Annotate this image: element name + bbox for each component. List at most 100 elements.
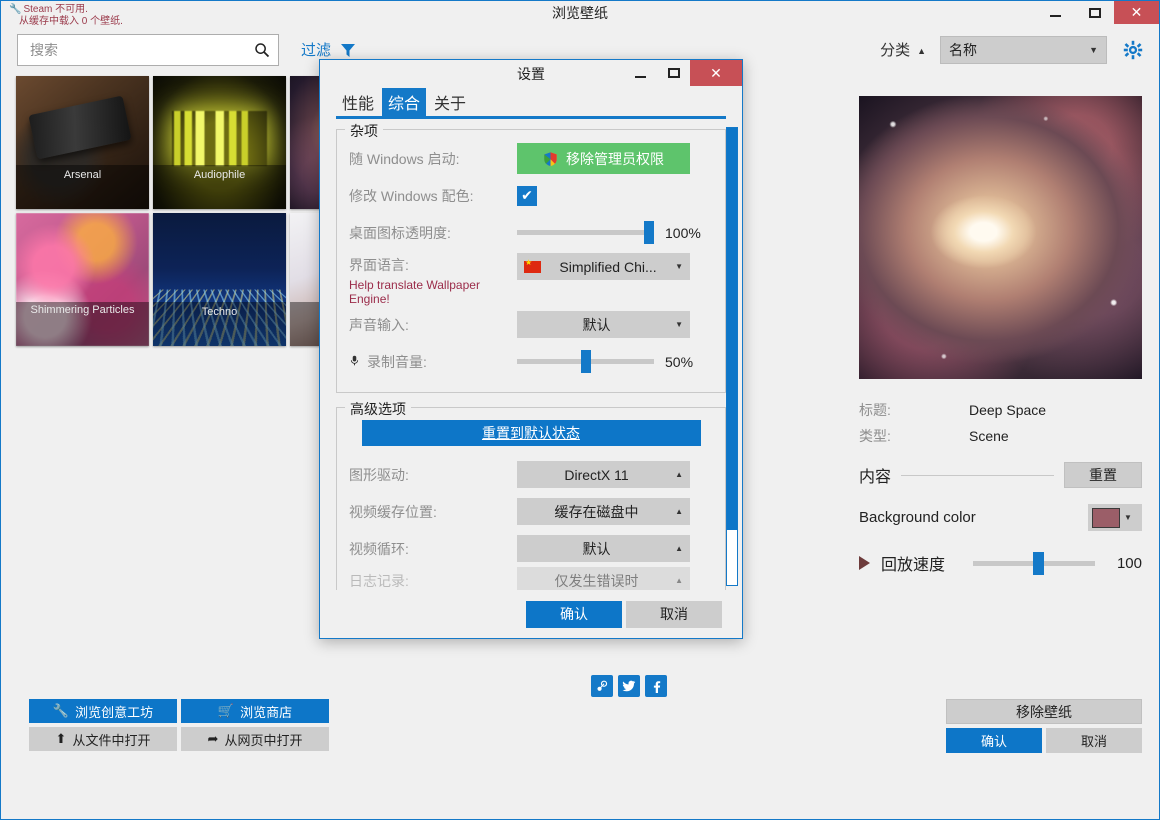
minimize-button[interactable]: [1036, 1, 1075, 24]
wallpaper-card[interactable]: Techno: [153, 213, 286, 346]
facebook-icon[interactable]: [645, 675, 667, 697]
dialog-minimize-button[interactable]: [624, 60, 657, 86]
wallpaper-engine-window: 浏览壁纸 ✕ 🔧Steam 不可用. 从缓存中载入 0 个壁纸. 过滤 分类 ▲…: [0, 0, 1160, 820]
wrench-icon: 🔧: [9, 4, 22, 15]
window-titlebar: 浏览壁纸 ✕: [1, 1, 1159, 24]
sort-combo[interactable]: 名称 ▼: [940, 35, 1107, 64]
playback-speed-slider[interactable]: [973, 551, 1095, 575]
log-label: 日志记录:: [349, 572, 409, 589]
advanced-fieldset: 高级选项 重置到默认状态 图形驱动: DirectX 11 ▲ 视频缓存位置:: [336, 399, 726, 590]
close-button[interactable]: ✕: [1114, 1, 1159, 24]
ok-button[interactable]: 确认: [946, 728, 1042, 753]
icon-opacity-slider[interactable]: [517, 221, 654, 244]
play-triangle-icon[interactable]: [859, 556, 870, 570]
playback-speed-value: 100: [1116, 554, 1142, 572]
content-section-header: 内容 重置: [859, 462, 1142, 488]
video-loop-combo[interactable]: 默认 ▲: [517, 535, 690, 562]
dialog-ok-button[interactable]: 确认: [526, 600, 622, 628]
misc-legend: 杂项: [345, 121, 383, 141]
content-reset-button[interactable]: 重置: [1064, 462, 1142, 488]
search-input[interactable]: [28, 40, 254, 59]
icon-opacity-value: 100%: [665, 224, 701, 241]
help-translate-link[interactable]: Help translate Wallpaper Engine!: [349, 278, 517, 306]
graphics-driver-combo[interactable]: DirectX 11 ▲: [517, 461, 690, 488]
dialog-body: 杂项 随 Windows 启动: 移除管理员权限 修改 Windows 配色:: [320, 119, 742, 590]
background-color-label: Background color: [859, 509, 976, 526]
twitter-icon[interactable]: [618, 675, 640, 697]
record-volume-label: 录制音量:: [367, 353, 427, 370]
language-label: 界面语言:: [349, 257, 409, 273]
chevron-down-icon: ▼: [675, 320, 683, 329]
startup-row: 随 Windows 启动: 移除管理员权限: [349, 140, 713, 177]
wallpaper-title: Audiophile: [153, 165, 286, 209]
playback-speed-label: 回放速度: [881, 557, 946, 574]
settings-dialog: 设置 ✕ 性能 综合 关于 杂项 随 Windows 启动: 移除管理员权限 修…: [319, 59, 743, 639]
maximize-button[interactable]: [1075, 1, 1114, 24]
open-from-web-button[interactable]: ➦ 从网页中打开: [181, 727, 329, 751]
slider-knob[interactable]: [580, 350, 591, 373]
browse-store-button[interactable]: 🛒 浏览商店: [181, 699, 329, 723]
log-combo[interactable]: 仅发生错误时 ▲: [517, 567, 690, 590]
wallpaper-card[interactable]: Audiophile: [153, 76, 286, 209]
section-divider: [901, 474, 1054, 476]
wallpaper-meta: 标题: Deep Space 类型: Scene: [859, 397, 1142, 449]
scrollbar-thumb[interactable]: [727, 128, 737, 531]
remove-wallpaper-button[interactable]: 移除壁纸: [946, 699, 1142, 724]
slider-knob[interactable]: [1032, 551, 1044, 575]
log-value: 仅发生错误时: [554, 572, 639, 589]
filter-label[interactable]: 过滤: [301, 39, 331, 60]
wallpaper-card[interactable]: Arsenal: [16, 76, 149, 209]
funnel-icon[interactable]: [340, 42, 356, 58]
uac-shield-icon: [543, 151, 558, 167]
audio-input-value: 默认: [582, 316, 611, 333]
steam-icon[interactable]: [591, 675, 613, 697]
dialog-footer: 确认 取消: [320, 590, 742, 638]
dialog-titlebar: 设置 ✕: [320, 60, 742, 86]
tab-2[interactable]: 关于: [428, 88, 472, 116]
china-flag-icon: [524, 258, 541, 273]
footer-right-buttons: 移除壁纸 确认 取消: [946, 699, 1142, 757]
windows-color-checkbox[interactable]: ✔: [517, 185, 537, 206]
wallpaper-title: Techno: [153, 302, 286, 346]
record-volume-value: 50%: [665, 353, 694, 370]
language-value: Simplified Chi...: [559, 258, 657, 275]
language-combo[interactable]: Simplified Chi... ▼: [517, 253, 690, 280]
dialog-scrollbar[interactable]: [726, 127, 738, 586]
dialog-close-button[interactable]: ✕: [690, 60, 742, 86]
cancel-button[interactable]: 取消: [1046, 728, 1142, 753]
tab-1[interactable]: 综合: [382, 88, 427, 116]
microphone-icon: [349, 354, 360, 370]
video-loop-row: 视频循环: 默认 ▲: [349, 530, 713, 567]
video-loop-value: 默认: [582, 540, 611, 557]
record-volume-row: 录制音量: 50%: [349, 343, 713, 380]
sort-direction-arrow[interactable]: ▲: [917, 46, 926, 56]
browse-workshop-button[interactable]: 🔧 浏览创意工坊: [29, 699, 177, 723]
tab-0[interactable]: 性能: [336, 88, 380, 116]
open-from-file-button[interactable]: ⬆ 从文件中打开: [29, 727, 177, 751]
reset-to-default-button[interactable]: 重置到默认状态: [361, 420, 701, 446]
remove-admin-button[interactable]: 移除管理员权限: [517, 143, 690, 174]
dialog-maximize-button[interactable]: [657, 60, 690, 86]
slider-knob[interactable]: [644, 221, 654, 244]
video-cache-row: 视频缓存位置: 缓存在磁盘中 ▲: [349, 493, 713, 530]
color-swatch[interactable]: [1092, 507, 1120, 528]
gear-icon[interactable]: [1123, 40, 1143, 60]
chevron-down-icon: ▼: [675, 262, 683, 271]
arrow-right-icon: ➦: [207, 731, 219, 746]
browse-workshop-label: 浏览创意工坊: [75, 704, 154, 720]
search-box[interactable]: [17, 33, 279, 66]
preview-image: [859, 96, 1142, 379]
steam-status-line1: Steam 不可用.: [23, 4, 88, 15]
chevron-down-icon[interactable]: ▼: [1124, 513, 1132, 522]
dialog-cancel-button[interactable]: 取消: [626, 600, 722, 628]
audio-input-combo[interactable]: 默认 ▼: [517, 311, 690, 338]
record-volume-slider[interactable]: [517, 350, 654, 373]
playback-speed-row: 回放速度 100: [859, 551, 1142, 575]
video-cache-value: 缓存在磁盘中: [554, 503, 639, 520]
background-color-picker[interactable]: ▼: [1088, 504, 1142, 531]
wallpaper-card[interactable]: Shimmering Particles: [16, 213, 149, 346]
chevron-up-icon: ▲: [675, 544, 683, 553]
search-icon[interactable]: [254, 42, 270, 58]
video-cache-combo[interactable]: 缓存在磁盘中 ▲: [517, 498, 690, 525]
wallpaper-preview[interactable]: [859, 96, 1142, 379]
